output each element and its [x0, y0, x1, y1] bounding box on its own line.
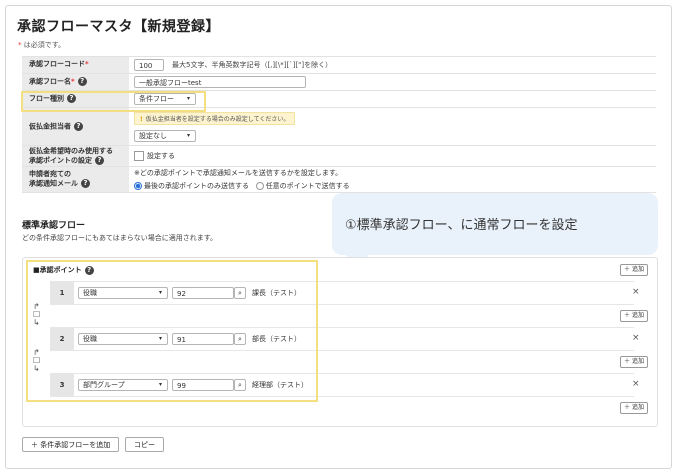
notify-label-line2: 承認通知メール — [29, 179, 78, 188]
flow-type-label: フロー種別? — [22, 90, 129, 108]
step-type-value: 役職 — [83, 289, 97, 297]
standard-flow-title: 標準承認フロー — [22, 221, 86, 231]
search-icon[interactable]: ⌕ — [234, 287, 246, 299]
approval-point-label: ■承認ポイント — [33, 266, 82, 274]
help-icon[interactable]: ? — [67, 94, 76, 104]
temp-payer-warning: ! 仮払金担当者を設定する場合のみ設定してください。 — [134, 111, 296, 125]
approval-step-2: 2 役職 ▾ 91 ⌕ 部長（テスト） × — [50, 327, 640, 351]
help-icon[interactable]: ? — [81, 179, 90, 189]
chevron-down-icon: ▾ — [158, 335, 162, 342]
approval-point-heading: ■承認ポイント? — [33, 265, 94, 275]
flow-code-label: 承認フローコード* — [22, 56, 129, 74]
step-number: 2 — [50, 328, 74, 350]
copy-button[interactable]: コピー — [125, 437, 164, 452]
step-type-select[interactable]: 部門グループ ▾ — [78, 379, 168, 391]
settings-form: 承認フローコード* 100 最大5文字、半角英数字記号（[,][\*][`]["]… — [22, 56, 656, 193]
step-number: 1 — [50, 282, 74, 304]
add-step-button[interactable]: ＋ 追加 — [620, 310, 648, 322]
flow-type-label-text: フロー種別 — [29, 94, 64, 103]
add-step-button[interactable]: ＋ 追加 — [620, 402, 648, 414]
connector-icon: ↱ ☐ ↳ — [33, 302, 41, 327]
connector-icon: ↱ ☐ ↳ — [33, 348, 41, 373]
notify-option2-label: 任意のポイントで送信する — [265, 182, 350, 190]
chevron-down-icon: ▾ — [158, 381, 162, 388]
add-step-button[interactable]: ＋ 追加 — [620, 356, 648, 368]
flow-type-value: 条件フロー — [139, 95, 174, 103]
notify-radio-last[interactable] — [134, 182, 142, 190]
step-type-value: 役職 — [83, 335, 97, 343]
flow-code-label-text: 承認フローコード — [29, 60, 85, 69]
temp-only-checkbox-label: 設定する — [147, 152, 175, 160]
approval-step-1: 1 役職 ▾ 92 ⌕ 課長（テスト） × — [50, 281, 640, 305]
required-mark: * — [85, 60, 89, 69]
notify-option1-label: 最後の承認ポイントのみ送信する — [144, 182, 249, 190]
flow-code-hint: 最大5文字、半角英数字記号（[,][\*][`]["]を除く） — [172, 61, 333, 69]
help-icon[interactable]: ? — [84, 265, 94, 275]
step-code-input[interactable]: 99 — [172, 379, 234, 391]
step-type-select[interactable]: 役職 ▾ — [78, 333, 168, 345]
required-mark: * — [18, 41, 22, 49]
search-icon[interactable]: ⌕ — [234, 379, 246, 391]
temp-only-label-line1: 仮払金希望時のみ使用する — [29, 146, 113, 155]
standard-flow-description: どの条件承認フローにもあてはまらない場合に適用されます。 — [22, 234, 218, 242]
temp-payer-label-text: 仮払金担当者 — [29, 122, 71, 131]
step-code-input[interactable]: 92 — [172, 287, 234, 299]
page-title: 承認フローマスタ【新規登録】 — [17, 19, 220, 35]
required-note-text: は必須です。 — [23, 41, 66, 49]
temp-only-label-line2: 承認ポイントの設定 — [29, 156, 92, 165]
notify-label-line1: 申請者宛ての — [29, 170, 71, 179]
remove-step-button[interactable]: × — [632, 333, 640, 343]
required-mark: * — [71, 77, 75, 86]
help-icon[interactable]: ? — [95, 155, 104, 165]
step-type-value: 部門グループ — [83, 381, 125, 389]
temp-payer-select[interactable]: 設定なし ▾ — [134, 129, 196, 142]
step-code-input[interactable]: 91 — [172, 333, 234, 345]
flow-name-input[interactable]: 一般承認フローtest — [134, 76, 306, 88]
temp-payer-label: 仮払金担当者? — [22, 107, 129, 146]
add-step-button[interactable]: ＋ 追加 — [620, 264, 648, 276]
chevron-down-icon: ▾ — [158, 289, 162, 296]
step-approver-name: 経理部（テスト） — [252, 381, 308, 389]
required-note: * は必須です。 — [18, 40, 65, 50]
chevron-down-icon: ▾ — [186, 131, 190, 139]
temp-only-checkbox[interactable] — [134, 151, 144, 161]
remove-step-button[interactable]: × — [632, 287, 640, 297]
flow-name-label: 承認フロー名*? — [22, 73, 129, 91]
notify-label: 申請者宛ての 承認通知メール? — [22, 166, 129, 193]
flow-code-input[interactable]: 100 — [134, 59, 164, 71]
step-approver-name: 課長（テスト） — [252, 289, 301, 297]
flow-name-label-text: 承認フロー名 — [29, 77, 71, 86]
step-type-select[interactable]: 役職 ▾ — [78, 287, 168, 299]
chevron-down-icon: ▾ — [186, 95, 190, 102]
help-icon[interactable]: ? — [74, 121, 83, 131]
temp-payer-warning-text: 仮払金担当者を設定する場合のみ設定してください。 — [145, 115, 290, 123]
temp-only-label: 仮払金希望時のみ使用する 承認ポイントの設定? — [22, 145, 129, 167]
step-number: 3 — [50, 374, 74, 396]
step-approver-name: 部長（テスト） — [252, 335, 301, 343]
warning-icon: ! — [140, 115, 143, 123]
notify-radio-any[interactable] — [255, 182, 264, 190]
temp-payer-value: 設定なし — [139, 131, 167, 140]
approval-step-3: 3 部門グループ ▾ 99 ⌕ 経理部（テスト） × — [50, 373, 640, 397]
help-icon[interactable]: ? — [77, 77, 87, 87]
flow-type-select[interactable]: 条件フロー ▾ — [134, 93, 196, 105]
search-icon[interactable]: ⌕ — [234, 333, 246, 345]
add-conditional-flow-button[interactable]: ＋ 条件承認フローを追加 — [22, 437, 120, 452]
remove-step-button[interactable]: × — [632, 379, 640, 389]
notify-hint: ※どの承認ポイントで承認通知メールを送信するかを設定します。 — [134, 169, 343, 177]
callout-text: ①標準承認フロー、に通常フローを設定 — [345, 218, 578, 233]
